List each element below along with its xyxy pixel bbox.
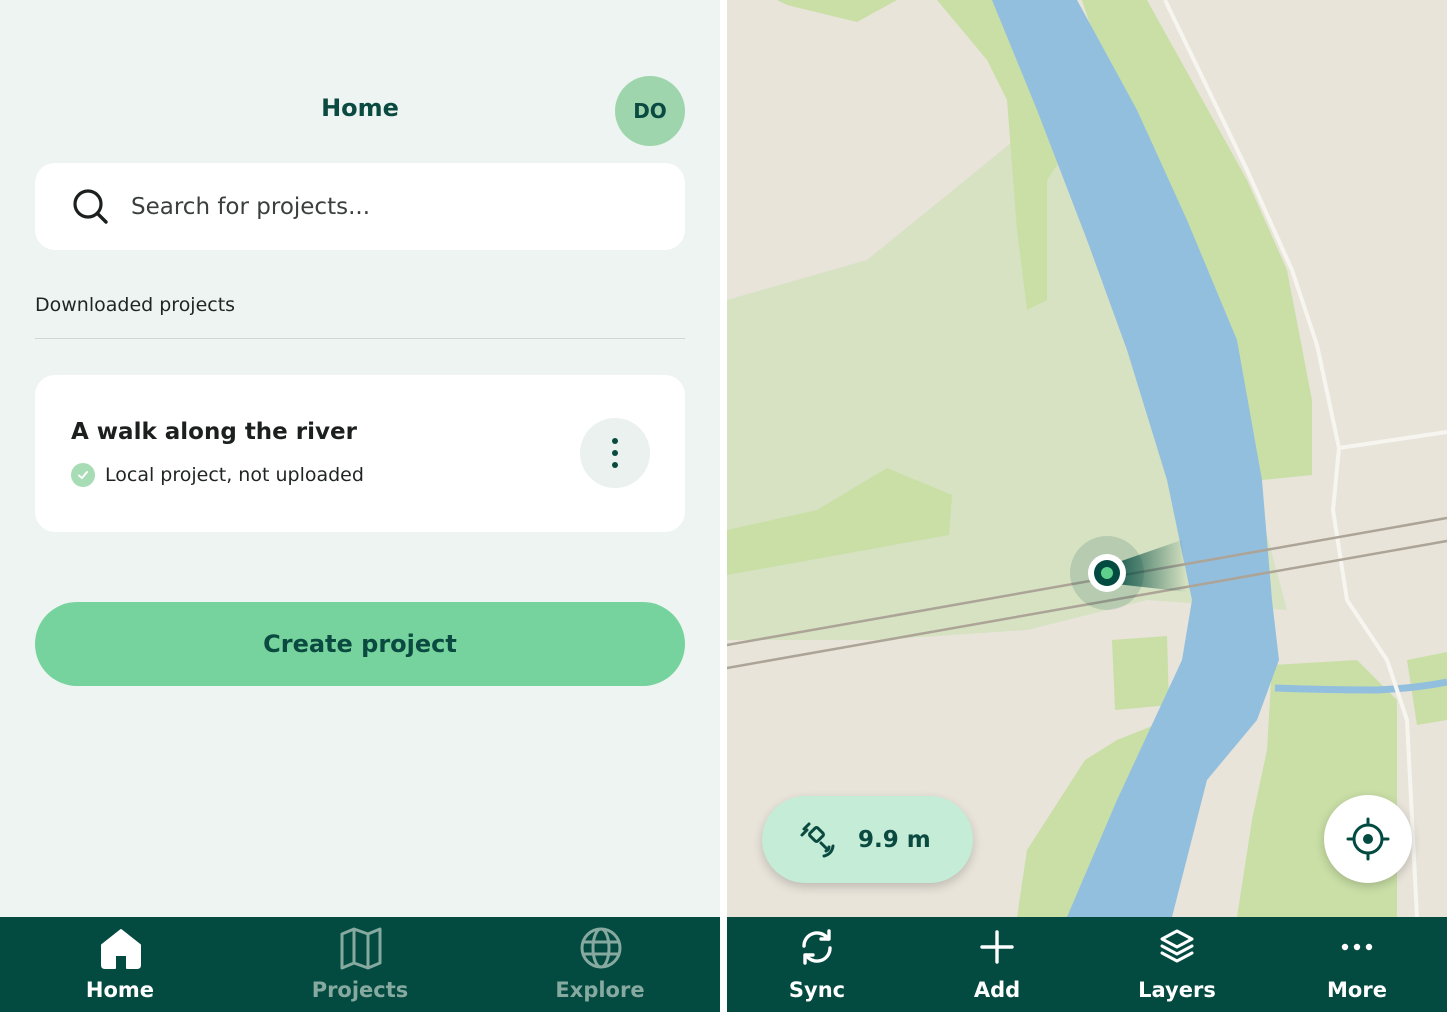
- search-bar[interactable]: [35, 163, 685, 250]
- search-icon: [73, 188, 108, 224]
- map-canvas[interactable]: [727, 0, 1447, 917]
- gps-accuracy-value: 9.9 m: [858, 826, 931, 853]
- project-status-text: Local project, not uploaded: [105, 464, 364, 486]
- user-avatar[interactable]: DO: [615, 76, 685, 146]
- globe-icon: [580, 927, 622, 969]
- search-input[interactable]: [131, 193, 631, 220]
- nav-explore[interactable]: Explore: [480, 917, 720, 1012]
- nav-home[interactable]: Home: [0, 917, 240, 1012]
- project-title: A walk along the river: [71, 419, 357, 445]
- satellite-icon: [800, 822, 835, 857]
- divider: [35, 338, 685, 339]
- create-project-button[interactable]: Create project: [35, 602, 685, 686]
- more-vertical-icon: [612, 438, 618, 444]
- bottom-nav: Home Projects Explore: [0, 917, 720, 1012]
- sync-icon: [802, 929, 832, 965]
- locate-me-button[interactable]: [1324, 795, 1412, 883]
- map-toolbar: Sync Add Layers More: [727, 917, 1447, 1012]
- home-screen: Home DO Downloaded projects A walk along…: [0, 0, 720, 1012]
- toolbar-layers-label: Layers: [1138, 978, 1216, 1002]
- plus-icon: [980, 930, 1014, 964]
- check-circle-icon: [71, 463, 95, 487]
- more-icon: [1341, 943, 1373, 951]
- toolbar-sync[interactable]: Sync: [727, 917, 907, 1012]
- project-card[interactable]: A walk along the river Local project, no…: [35, 375, 685, 532]
- toolbar-more[interactable]: More: [1267, 917, 1447, 1012]
- map-screen: 9.9 m Sync Add Layers More: [727, 0, 1447, 1012]
- vegetation-area: [1112, 636, 1169, 710]
- layers-icon: [1160, 929, 1194, 963]
- toolbar-sync-label: Sync: [788, 978, 846, 1002]
- gps-accuracy-chip[interactable]: 9.9 m: [762, 796, 973, 883]
- toolbar-add[interactable]: Add: [907, 917, 1087, 1012]
- nav-projects[interactable]: Projects: [240, 917, 480, 1012]
- project-status: Local project, not uploaded: [71, 463, 364, 487]
- nav-home-label: Home: [85, 978, 155, 1002]
- crosshair-icon: [1346, 817, 1390, 861]
- toolbar-more-label: More: [1327, 978, 1387, 1002]
- page-title: Home: [321, 94, 399, 122]
- project-options-button[interactable]: [580, 418, 650, 488]
- toolbar-layers[interactable]: Layers: [1087, 917, 1267, 1012]
- section-heading: Downloaded projects: [35, 294, 236, 316]
- nav-projects-label: Projects: [311, 978, 409, 1002]
- home-icon: [101, 929, 141, 969]
- map-icon: [340, 927, 382, 970]
- screen-divider: [720, 0, 727, 1012]
- toolbar-add-label: Add: [973, 978, 1021, 1002]
- nav-explore-label: Explore: [555, 978, 645, 1002]
